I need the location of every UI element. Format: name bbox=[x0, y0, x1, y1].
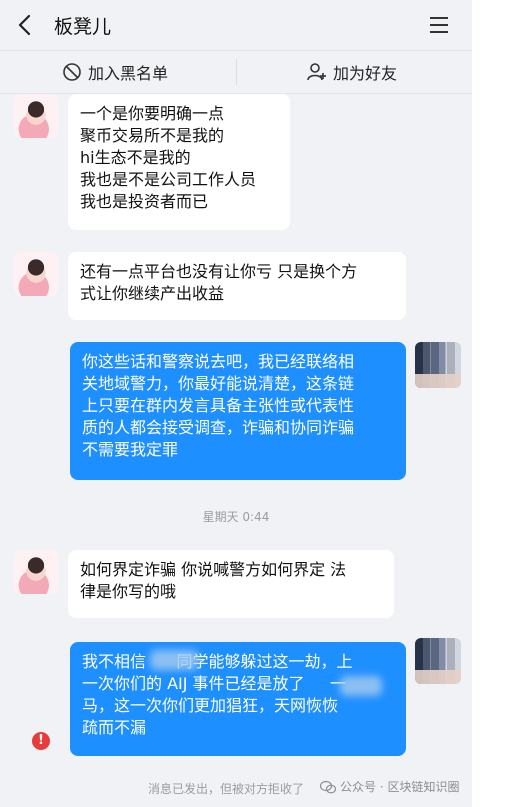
contact-avatar[interactable] bbox=[14, 94, 58, 138]
rejection-notice: 消息已发出，但被对方拒收了 bbox=[148, 782, 305, 796]
message-bubble-outgoing[interactable]: 你这些话和警察说去吧，我已经联络相 关地域警力，你最好能说清楚，这条链 上只要在… bbox=[70, 342, 406, 480]
chat-title: 板凳儿 bbox=[54, 16, 112, 38]
chat-header: 板凳儿 bbox=[0, 0, 472, 51]
action-bar: 加入黑名单 加为好友 bbox=[0, 51, 472, 94]
menu-icon[interactable] bbox=[428, 15, 450, 35]
add-to-blacklist-button[interactable]: 加入黑名单 bbox=[62, 51, 168, 93]
wechat-icon bbox=[320, 780, 336, 793]
block-icon bbox=[63, 63, 81, 81]
add-friend-button[interactable]: 加为好友 bbox=[307, 51, 397, 93]
action-divider bbox=[236, 59, 237, 85]
back-arrow-icon[interactable] bbox=[14, 13, 36, 37]
message-bubble-incoming[interactable]: 如何界定诈骗 你说喊警方如何界定 法 律是你写的哦 bbox=[68, 550, 394, 618]
redacted-text bbox=[340, 676, 382, 696]
message-bubble-incoming[interactable]: 还有一点平台也没有让你亏 只是换个方 式让你继续产出收益 bbox=[68, 252, 406, 320]
contact-avatar[interactable] bbox=[14, 550, 58, 594]
contact-avatar[interactable] bbox=[14, 252, 58, 296]
add-user-icon bbox=[307, 63, 326, 81]
user-avatar[interactable] bbox=[415, 638, 461, 684]
send-failed-icon[interactable]: ! bbox=[32, 732, 50, 750]
message-timestamp: 星期天 0:44 bbox=[202, 510, 270, 524]
watermark-text: 公众号 · 区块链知识圈 bbox=[340, 780, 460, 794]
watermark: 公众号 · 区块链知识圈 bbox=[320, 778, 459, 795]
user-avatar[interactable] bbox=[415, 342, 461, 388]
add-to-blacklist-label: 加入黑名单 bbox=[88, 64, 169, 83]
message-bubble-outgoing[interactable]: 我不相信 同学能够躲过这一劫，上 一次你们的 AIJ 事件已经是放了 一 马，这… bbox=[70, 642, 406, 756]
message-bubble-incoming[interactable]: 一个是你要明确一点 聚币交易所不是我的 hi生态不是我的 我也是不是公司工作人员… bbox=[68, 94, 290, 230]
add-friend-label: 加为好友 bbox=[333, 64, 398, 83]
chat-screen: 板凳儿 加入黑名单 加为好友 一个是你要明确一点 聚币交易所不是我的 hi生态不… bbox=[0, 0, 472, 807]
redacted-text bbox=[150, 650, 198, 670]
